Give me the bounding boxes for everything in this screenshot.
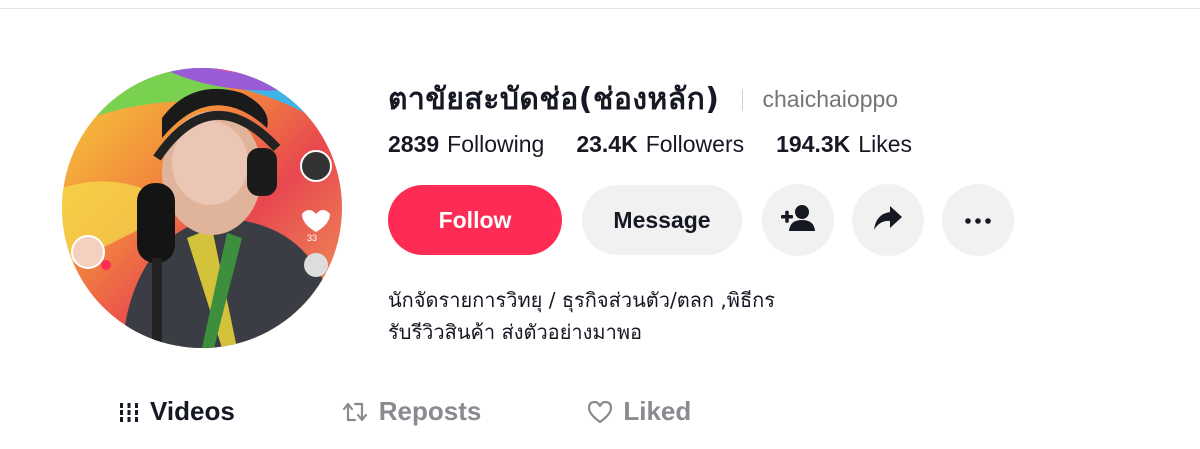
more-options-button[interactable] xyxy=(942,184,1014,256)
bio-line: รับรีวิวสินค้า ส่งตัวอย่างมาพอ xyxy=(388,320,643,344)
stat-value: 194.3K xyxy=(776,131,851,157)
tab-liked[interactable]: Liked xyxy=(587,396,691,427)
tab-videos[interactable]: Videos xyxy=(118,396,235,427)
repost-icon xyxy=(341,400,369,424)
person-plus-icon xyxy=(781,204,815,237)
avatar-reaction-count: 33 xyxy=(307,233,318,243)
share-arrow-icon xyxy=(873,205,903,236)
share-button[interactable] xyxy=(852,184,924,256)
profile-header: ตาขัยสะบัดช่อ(ช่องหลัก) chaichaioppo xyxy=(388,76,898,123)
stat-label: Likes xyxy=(858,131,912,157)
stat-likes: 194.3K Likes xyxy=(776,131,912,158)
bio-line: นักจัดรายการวิทยุ / ธุรกิจส่วนตัว/ตลก ,พ… xyxy=(388,288,776,312)
tab-reposts[interactable]: Reposts xyxy=(341,396,482,427)
message-button[interactable]: Message xyxy=(582,185,742,255)
top-divider xyxy=(0,8,1200,9)
stat-label: Followers xyxy=(645,131,745,157)
stat-following[interactable]: 2839 Following xyxy=(388,131,544,158)
display-name: ตาขัยสะบัดช่อ(ช่องหลัก) xyxy=(388,82,720,117)
profile-tabs: Videos Reposts Liked xyxy=(118,396,797,427)
name-divider xyxy=(741,88,743,111)
tab-label: Liked xyxy=(623,396,692,426)
tab-label: Reposts xyxy=(378,396,482,426)
ellipsis-icon xyxy=(965,211,991,229)
profile-bio: นักจัดรายการวิทยุ / ธุรกิจส่วนตัว/ตลก ,พ… xyxy=(388,284,775,348)
avatar-image xyxy=(62,68,342,348)
heart-outline-icon xyxy=(587,400,613,424)
follow-button[interactable]: Follow xyxy=(388,185,562,255)
stat-value: 23.4K xyxy=(576,131,638,157)
stat-value: 2839 xyxy=(388,131,440,157)
profile-avatar[interactable] xyxy=(62,68,342,348)
tab-label: Videos xyxy=(150,396,235,426)
stat-label: Following xyxy=(447,131,545,157)
add-friend-button[interactable] xyxy=(762,184,834,256)
profile-actions: Follow Message xyxy=(388,184,1032,256)
username: chaichaioppo xyxy=(762,86,899,112)
profile-stats: 2839 Following 23.4K Followers 194.3K Li… xyxy=(388,131,944,158)
stat-followers[interactable]: 23.4K Followers xyxy=(576,131,744,158)
grid-icon xyxy=(118,401,140,423)
